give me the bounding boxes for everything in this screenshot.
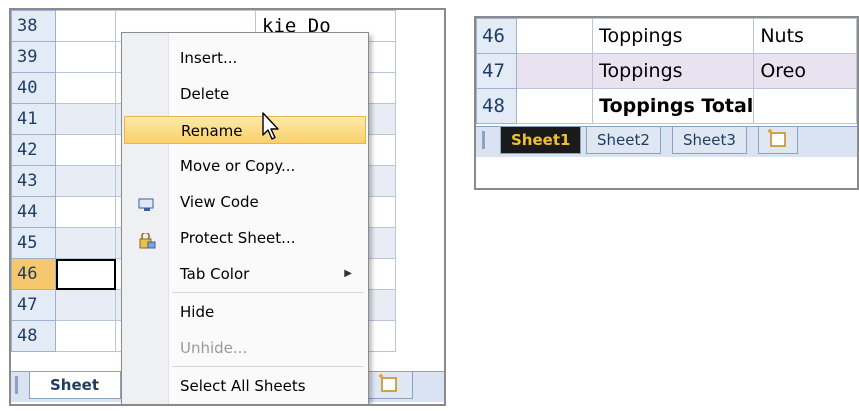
menu-item-label: Tab Color (180, 265, 250, 283)
row-header[interactable]: 38 (11, 10, 56, 42)
insert-worksheet-icon (768, 129, 786, 147)
tab-scroll-handle[interactable] (482, 131, 485, 149)
cell[interactable] (55, 196, 116, 228)
cell[interactable]: Toppings Total (592, 88, 755, 124)
cell[interactable] (55, 134, 116, 166)
mouse-pointer-icon (262, 112, 279, 140)
cell[interactable] (516, 53, 594, 89)
cell[interactable] (516, 88, 594, 124)
row-header[interactable]: 46 (476, 18, 518, 54)
menu-item-label: View Code (180, 193, 259, 211)
row-header-selected[interactable]: 46 (11, 258, 56, 290)
cell[interactable] (55, 72, 116, 104)
cell[interactable]: Toppings (592, 18, 755, 54)
right-worksheet-grid: 46 Toppings Nuts 47 Toppings Oreo 48 Toppings… (476, 18, 857, 124)
insert-sheet-tab[interactable] (367, 372, 413, 399)
row-header[interactable]: 40 (11, 72, 56, 104)
row-header[interactable]: 41 (11, 103, 56, 135)
active-cell[interactable] (55, 258, 116, 290)
cell[interactable] (55, 227, 116, 259)
menu-item-insert[interactable]: Insert... (124, 44, 366, 72)
row-header[interactable]: 42 (11, 134, 56, 166)
menu-separator (172, 366, 364, 367)
menu-item-label: Hide (180, 303, 215, 321)
insert-worksheet-icon (379, 374, 397, 392)
left-screenshot-panel: 38kie Do 39ticolor 40colate 41kers 42Ms … (9, 8, 446, 406)
menu-item-label: Delete (180, 85, 230, 103)
menu-item-delete[interactable]: Delete (124, 80, 366, 108)
protect-sheet-icon (138, 230, 156, 249)
tab-scroll-handle[interactable] (15, 376, 18, 394)
cell[interactable] (55, 41, 116, 73)
cell[interactable]: Nuts (753, 18, 857, 54)
menu-item-move-or-copy[interactable]: Move or Copy... (124, 152, 366, 180)
row-header[interactable]: 47 (11, 289, 56, 321)
menu-item-label: Insert... (180, 49, 238, 67)
menu-item-select-all-sheets[interactable]: Select All Sheets (124, 372, 366, 400)
tab-sheet1[interactable]: Sheet1 (500, 127, 582, 154)
row-header[interactable]: 48 (476, 88, 518, 124)
sheet-tab-context-menu: Insert... Delete Rename Move or Copy... … (121, 32, 369, 404)
row-header[interactable]: 43 (11, 165, 56, 197)
menu-item-rename[interactable]: Rename (124, 116, 366, 144)
cell[interactable]: Oreo (753, 53, 857, 89)
row-header[interactable]: 48 (11, 320, 56, 352)
right-screenshot-panel: 46 Toppings Nuts 47 Toppings Oreo 48 Toppings… (474, 16, 859, 190)
cell[interactable] (516, 18, 594, 54)
table-row: 48 Toppings Total (476, 88, 857, 124)
menu-item-label: Move or Copy... (180, 157, 296, 175)
menu-item-label: Unhide... (180, 339, 248, 357)
menu-item-hide[interactable]: Hide (124, 298, 366, 326)
submenu-arrow-icon: ▶ (344, 268, 352, 279)
cell[interactable] (55, 289, 116, 321)
menu-item-view-code[interactable]: View Code (124, 188, 366, 216)
cell[interactable] (55, 165, 116, 197)
insert-sheet-tab[interactable] (758, 127, 798, 154)
menu-item-label: Select All Sheets (180, 377, 306, 395)
menu-item-tab-color[interactable]: Tab Color ▶ (124, 260, 366, 288)
menu-item-label: Protect Sheet... (180, 229, 296, 247)
tab-sheet2[interactable]: Sheet2 (586, 127, 661, 154)
row-header[interactable]: 44 (11, 196, 56, 228)
table-row: 46 Toppings Nuts (476, 18, 857, 54)
menu-item-unhide: Unhide... (124, 334, 366, 362)
cell[interactable] (753, 88, 857, 124)
cell[interactable] (55, 320, 116, 352)
row-header[interactable]: 45 (11, 227, 56, 259)
view-code-icon (138, 194, 156, 211)
cell[interactable] (55, 103, 116, 135)
table-row: 47 Toppings Oreo (476, 53, 857, 89)
menu-item-label: Rename (181, 122, 243, 140)
sheet-tab-bar: Sheet1 Sheet2 Sheet3 (476, 126, 857, 157)
cell[interactable] (55, 10, 116, 42)
tab-sheet3[interactable]: Sheet3 (672, 127, 747, 154)
tab-sheet1[interactable]: Sheet (29, 372, 121, 399)
row-header[interactable]: 39 (11, 41, 56, 73)
cell[interactable]: Toppings (592, 53, 755, 89)
menu-separator (172, 292, 364, 293)
menu-item-protect-sheet[interactable]: Protect Sheet... (124, 224, 366, 252)
row-header[interactable]: 47 (476, 53, 518, 89)
